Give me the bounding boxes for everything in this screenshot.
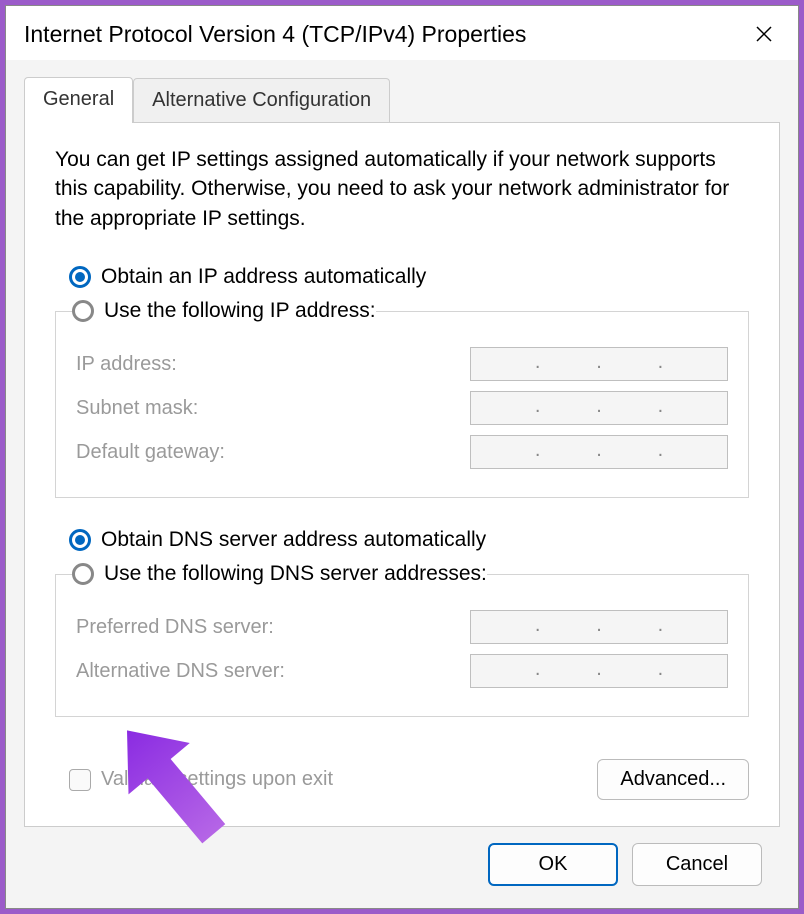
radio-icon (69, 266, 91, 288)
close-icon (755, 25, 773, 43)
window-title: Internet Protocol Version 4 (TCP/IPv4) P… (24, 21, 526, 48)
properties-dialog: Internet Protocol Version 4 (TCP/IPv4) P… (5, 5, 799, 909)
radio-obtain-dns-auto[interactable]: Obtain DNS server address automatically (69, 528, 749, 552)
radio-icon (72, 563, 94, 585)
input-ip-address[interactable]: ... (470, 347, 728, 381)
radio-icon (69, 529, 91, 551)
field-label: IP address: (76, 353, 177, 376)
radio-label: Obtain an IP address automatically (101, 265, 426, 289)
tab-general[interactable]: General (24, 77, 133, 123)
checkbox-label: Validate settings upon exit (101, 768, 333, 791)
radio-obtain-ip-auto[interactable]: Obtain an IP address automatically (69, 265, 749, 289)
tab-alternative-configuration[interactable]: Alternative Configuration (133, 78, 390, 122)
ok-button[interactable]: OK (488, 843, 618, 886)
tab-panel-general: You can get IP settings assigned automat… (24, 122, 780, 827)
radio-label: Use the following IP address: (104, 299, 376, 323)
panel-bottom-row: Validate settings upon exit Advanced... (55, 751, 749, 806)
radio-label: Obtain DNS server address automatically (101, 528, 486, 552)
field-default-gateway: Default gateway: ... (76, 435, 728, 469)
input-subnet-mask[interactable]: ... (470, 391, 728, 425)
cancel-button[interactable]: Cancel (632, 843, 762, 886)
dialog-footer: OK Cancel (24, 827, 780, 890)
group-manual-ip: Use the following IP address: IP address… (55, 299, 749, 498)
field-label: Subnet mask: (76, 397, 198, 420)
advanced-button[interactable]: Advanced... (597, 759, 749, 800)
field-label: Default gateway: (76, 441, 225, 464)
input-preferred-dns[interactable]: ... (470, 610, 728, 644)
field-label: Alternative DNS server: (76, 660, 285, 683)
description-text: You can get IP settings assigned automat… (55, 145, 749, 233)
checkbox-validate-settings[interactable]: Validate settings upon exit (69, 768, 333, 791)
checkbox-icon (69, 769, 91, 791)
group-manual-dns: Use the following DNS server addresses: … (55, 562, 749, 717)
radio-use-following-dns[interactable]: Use the following DNS server addresses: (72, 562, 487, 586)
radio-use-following-ip[interactable]: Use the following IP address: (72, 299, 376, 323)
field-alternative-dns: Alternative DNS server: ... (76, 654, 728, 688)
field-ip-address: IP address: ... (76, 347, 728, 381)
close-button[interactable] (744, 14, 784, 54)
field-preferred-dns: Preferred DNS server: ... (76, 610, 728, 644)
titlebar: Internet Protocol Version 4 (TCP/IPv4) P… (6, 6, 798, 60)
field-subnet-mask: Subnet mask: ... (76, 391, 728, 425)
input-alternative-dns[interactable]: ... (470, 654, 728, 688)
tab-strip: General Alternative Configuration (24, 76, 780, 122)
input-default-gateway[interactable]: ... (470, 435, 728, 469)
radio-icon (72, 300, 94, 322)
field-label: Preferred DNS server: (76, 616, 274, 639)
dialog-body: General Alternative Configuration You ca… (6, 60, 798, 908)
radio-label: Use the following DNS server addresses: (104, 562, 487, 586)
